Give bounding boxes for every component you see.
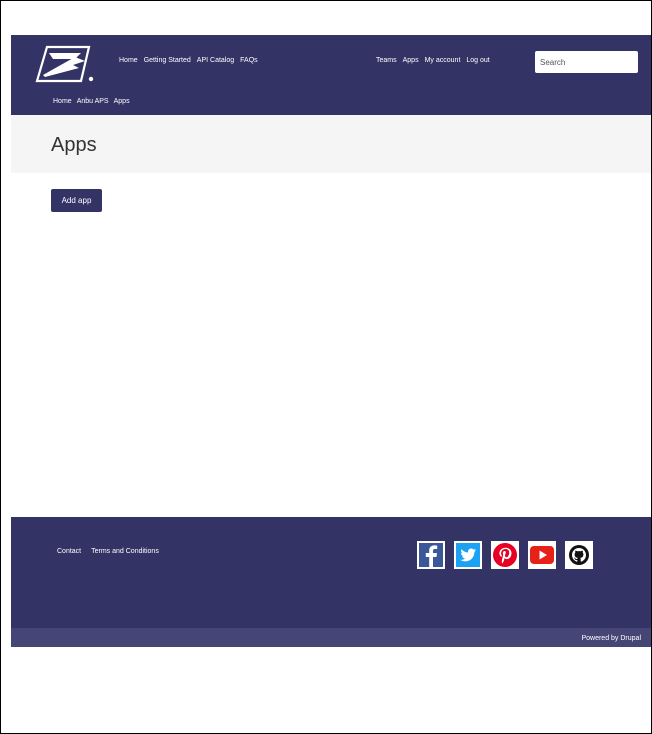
nav-teams-link[interactable]: Teams <box>376 57 397 64</box>
footer-contact-link[interactable]: Contact <box>57 548 81 555</box>
footer-links: Contact Terms and Conditions <box>57 548 159 555</box>
main-navigation: Home Getting Started API Catalog FAQs <box>119 57 258 64</box>
youtube-icon[interactable] <box>528 541 556 569</box>
github-icon[interactable] <box>565 541 593 569</box>
pinterest-icon[interactable] <box>491 541 519 569</box>
nav-home-link[interactable]: Home <box>119 57 138 64</box>
page-title: Apps <box>51 134 97 156</box>
nav-my-account-link[interactable]: My account <box>425 57 461 64</box>
add-app-button[interactable]: Add app <box>51 189 102 212</box>
breadcrumb-team-link[interactable]: Anbu APS <box>77 98 109 105</box>
search-input[interactable] <box>535 51 638 73</box>
site-footer: Contact Terms and Conditions <box>11 517 651 628</box>
facebook-icon[interactable] <box>417 541 445 569</box>
powered-by-link[interactable]: Powered by Drupal <box>581 635 641 642</box>
twitter-icon[interactable] <box>454 541 482 569</box>
breadcrumb: Home Anbu APS Apps <box>53 98 130 105</box>
page-title-bar: Apps <box>11 115 651 173</box>
site-header: Home Getting Started API Catalog FAQs Te… <box>11 35 651 115</box>
footer-terms-link[interactable]: Terms and Conditions <box>91 548 159 555</box>
social-links <box>417 541 593 569</box>
nav-getting-started-link[interactable]: Getting Started <box>144 57 191 64</box>
browser-frame: Home Getting Started API Catalog FAQs Te… <box>0 0 652 734</box>
nav-apps-link[interactable]: Apps <box>403 57 419 64</box>
nav-log-out-link[interactable]: Log out <box>466 57 489 64</box>
footer-bottom-bar: Powered by Drupal <box>11 628 651 647</box>
nav-faqs-link[interactable]: FAQs <box>240 57 258 64</box>
user-navigation: Teams Apps My account Log out <box>376 57 490 64</box>
breadcrumb-apps-link[interactable]: Apps <box>114 98 130 105</box>
breadcrumb-home-link[interactable]: Home <box>53 98 72 105</box>
nav-api-catalog-link[interactable]: API Catalog <box>197 57 234 64</box>
usps-eagle-logo-icon[interactable] <box>35 43 95 83</box>
